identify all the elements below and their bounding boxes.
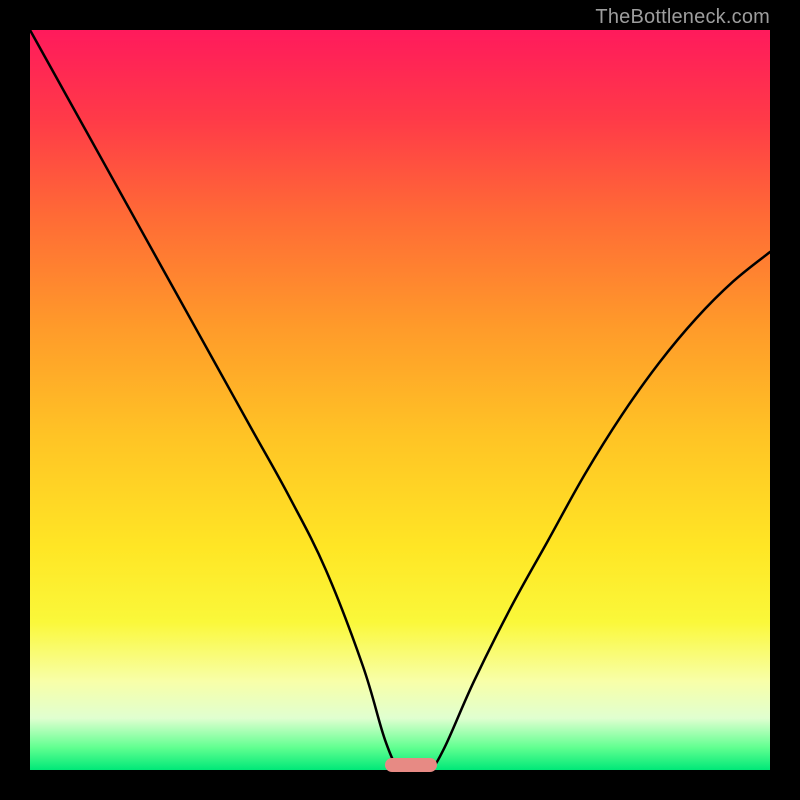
bottleneck-curve bbox=[30, 30, 770, 770]
attribution-text: TheBottleneck.com bbox=[595, 6, 770, 29]
chart-container: TheBottleneck.com bbox=[0, 0, 800, 800]
plot-area bbox=[30, 30, 770, 770]
optimal-range-marker bbox=[385, 758, 437, 772]
